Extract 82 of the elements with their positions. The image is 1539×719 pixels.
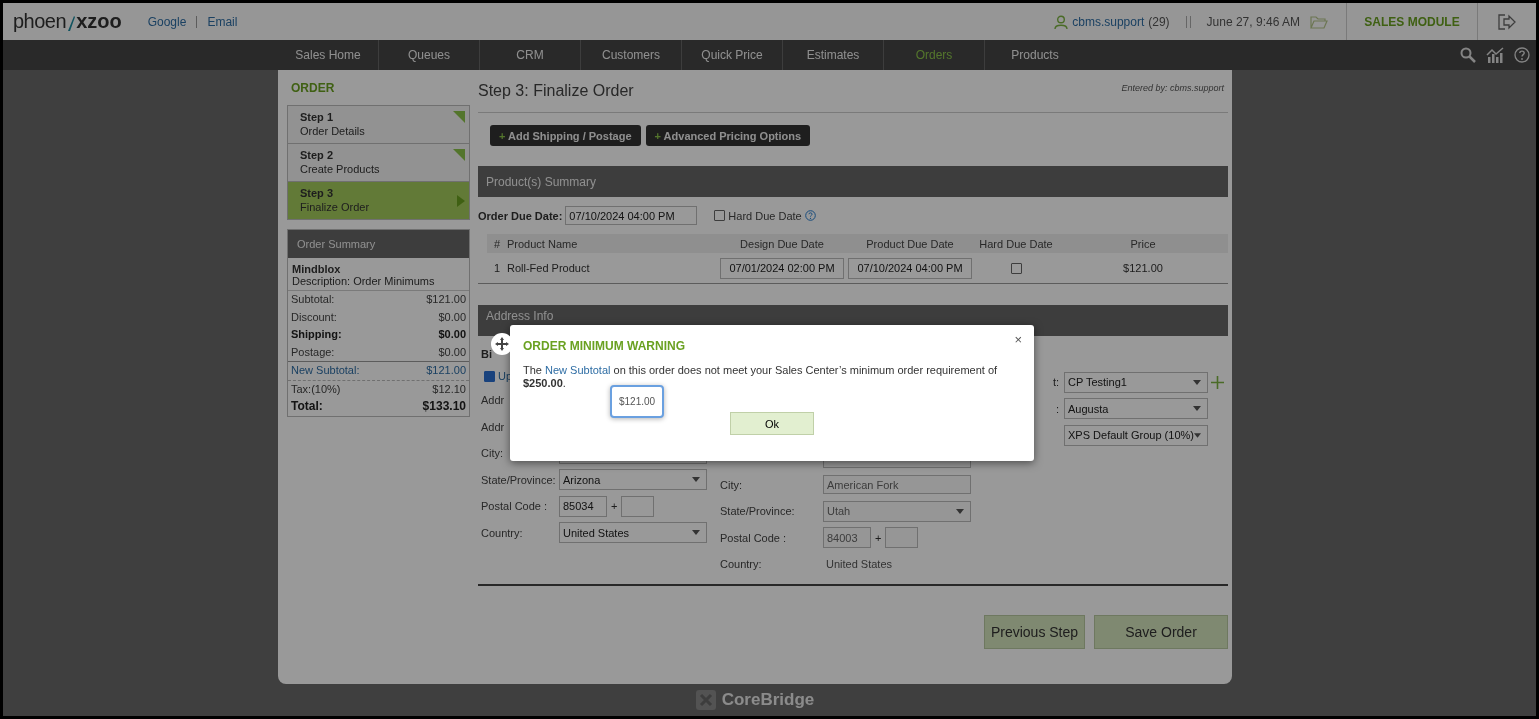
user-count: (29) — [1148, 14, 1170, 29]
company-name: Mindblox — [292, 263, 342, 275]
summary-label: Shipping: — [291, 328, 342, 342]
summary-label[interactable]: New Subtotal: — [291, 364, 360, 378]
field-label: State/Province: — [720, 505, 795, 518]
page-title: Step 3: Finalize Order — [478, 82, 634, 100]
field-label: Postal Code : — [720, 531, 787, 544]
tooltip: $121.00 — [610, 385, 665, 418]
postal-code-field[interactable]: 84003 — [823, 527, 871, 549]
column-header: Product Due Date — [865, 237, 955, 250]
field-label: Addr — [480, 420, 506, 433]
ok-button[interactable]: Ok — [730, 412, 814, 435]
summary-label: Total: — [291, 400, 323, 414]
field-label: State/Province: — [480, 473, 556, 486]
step-button[interactable]: Previous Step — [984, 614, 1085, 649]
column-header: Product Name — [507, 237, 579, 250]
section-label: Bi — [481, 348, 492, 360]
description-label: Description: — [292, 275, 351, 287]
field-label: : — [1055, 402, 1059, 415]
header-link[interactable]: Email — [207, 14, 238, 29]
field-label: City: — [480, 447, 504, 460]
field-label: Country: — [720, 558, 762, 571]
date-time: June 27, 9:46 AM — [1206, 14, 1300, 29]
column-header: Hard Due Date — [978, 237, 1054, 250]
column-header: Design Due Date — [739, 237, 825, 250]
action-button[interactable]: + Add Shipping / Postage — [490, 125, 641, 146]
summary-value: $12.10 — [432, 382, 466, 396]
dialog-title: ORDER MINIMUM WARNING — [523, 339, 685, 353]
field-label: Country: — [480, 526, 524, 539]
field-value: United States — [825, 558, 893, 571]
date-field[interactable]: 07/10/2024 04:00 PM — [848, 257, 972, 279]
summary-value: $121.00 — [426, 293, 466, 307]
header-link[interactable]: Google — [147, 14, 187, 29]
logo-text: phoen — [13, 10, 67, 33]
select-field[interactable]: United States — [559, 522, 707, 544]
column-header: Price — [1129, 237, 1157, 250]
field-label: Order Due Date: — [478, 209, 563, 222]
description-value: Order Minimums — [353, 275, 435, 287]
plus-sign: + — [610, 500, 619, 513]
user-link[interactable]: cbms.support — [1072, 14, 1145, 29]
select-field[interactable]: Arizona — [559, 469, 707, 491]
field-label: Postal Code : — [480, 500, 549, 513]
nav-tab[interactable]: Products — [985, 40, 1085, 70]
step-button[interactable]: Save Order — [1094, 614, 1228, 649]
plus-sign: + — [874, 531, 883, 544]
summary-value: $0.00 — [438, 345, 466, 359]
summary-header: Order Summary — [288, 230, 469, 258]
checkbox-label: Hard Due Date — [728, 209, 802, 222]
summary-label: Postage: — [291, 345, 335, 359]
logo-text: xzoo — [76, 10, 122, 33]
date-field[interactable]: 07/01/2024 02:00 PM — [720, 257, 844, 279]
summary-value: $0.00 — [438, 310, 466, 324]
summary-value: $133.10 — [422, 400, 466, 414]
table-cell-text: $121.00 — [1122, 262, 1164, 274]
summary-label: Tax:(10%) — [291, 382, 341, 396]
date-field[interactable]: 07/10/2024 04:00 PM — [565, 206, 698, 225]
step-item[interactable]: Step 3 Finalize Order — [288, 182, 469, 219]
field-label: City: — [720, 478, 742, 491]
logo[interactable]: phoen xzoo — [13, 10, 122, 33]
select-field[interactable]: CP Testing1 — [1064, 371, 1208, 393]
summary-value: $121.00 — [426, 364, 466, 378]
text-field[interactable]: American Fork — [823, 475, 971, 495]
select-field[interactable]: Augusta — [1064, 398, 1208, 420]
summary-value: $0.00 — [438, 328, 466, 342]
step-item[interactable]: Step 1 Order Details — [288, 106, 469, 144]
subtotal-link[interactable]: New Subtotal — [545, 364, 611, 376]
field-label: Addr — [480, 394, 506, 407]
summary-label: Discount: — [291, 310, 337, 324]
step-item[interactable]: Step 2 Create Products — [288, 144, 469, 182]
summary-label: Subtotal: — [291, 293, 335, 307]
postal-code-field[interactable]: 85034 — [559, 495, 607, 517]
action-button[interactable]: + Advanced Pricing Options — [645, 125, 811, 146]
column-header: # — [492, 237, 502, 250]
section-header: Product(s) Summary — [478, 166, 1228, 197]
table-cell-text: Roll-Fed Product — [507, 262, 591, 274]
table-cell-text: 1 — [492, 262, 502, 274]
brand-name: CoreBridge — [721, 690, 815, 710]
section-title: ORDER — [290, 81, 336, 95]
select-field[interactable]: Utah — [823, 500, 971, 522]
entered-by: Entered by: cbms.support — [1121, 83, 1224, 93]
field-label: t: — [1052, 376, 1059, 389]
select-field[interactable]: XPS Default Group (10%) — [1064, 424, 1208, 446]
